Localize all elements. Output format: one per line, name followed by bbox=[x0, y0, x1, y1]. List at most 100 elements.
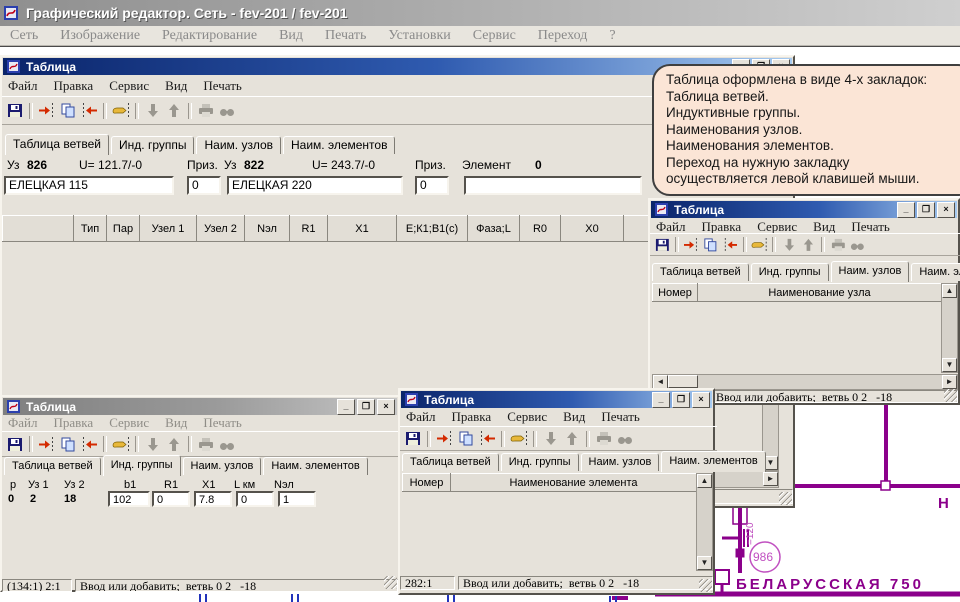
insert-row-icon[interactable] bbox=[683, 237, 700, 252]
move-up-icon[interactable] bbox=[800, 237, 817, 252]
move-down-icon[interactable] bbox=[542, 431, 560, 447]
r1-input[interactable]: 0 bbox=[152, 491, 190, 507]
menu-service[interactable]: Сервис bbox=[109, 78, 149, 94]
priz2-input[interactable]: 0 bbox=[415, 176, 449, 195]
scroll-right-icon[interactable]: ► bbox=[942, 375, 957, 389]
save-icon[interactable] bbox=[6, 436, 24, 452]
scroll-down-icon[interactable]: ▼ bbox=[942, 358, 957, 372]
move-down-icon[interactable] bbox=[144, 436, 162, 452]
column-header[interactable]: Е;К1;В1(с) bbox=[397, 216, 468, 242]
copy-icon[interactable] bbox=[59, 103, 77, 119]
column-header[interactable]: Тип bbox=[74, 216, 107, 242]
vertical-scrollbar[interactable]: ▲ ▼ bbox=[941, 283, 958, 373]
b1-input[interactable]: 102 bbox=[108, 491, 150, 507]
tab-element-names[interactable]: Наим. элементов bbox=[283, 136, 395, 154]
scroll-up-icon[interactable]: ▲ bbox=[697, 474, 712, 488]
menu-edit[interactable]: Правка bbox=[54, 415, 94, 431]
element-name-input[interactable] bbox=[464, 176, 642, 195]
close-button[interactable]: × bbox=[937, 202, 955, 218]
scroll-right-icon[interactable]: ► bbox=[763, 472, 778, 486]
column-header[interactable]: Nэл bbox=[245, 216, 290, 242]
search-icon[interactable] bbox=[218, 103, 236, 119]
vertical-scrollbar[interactable]: ▲ ▼ bbox=[696, 473, 713, 571]
move-up-icon[interactable] bbox=[563, 431, 581, 447]
column-header[interactable]: Узел 1 bbox=[140, 216, 197, 242]
resize-grip[interactable] bbox=[944, 389, 957, 402]
copy-icon[interactable] bbox=[59, 436, 77, 452]
column-header[interactable]: Наименование узла bbox=[698, 284, 942, 302]
delete-row-icon[interactable] bbox=[478, 431, 496, 447]
insert-row-icon[interactable] bbox=[436, 431, 454, 447]
print-icon[interactable] bbox=[197, 436, 215, 452]
column-header[interactable]: X1 bbox=[328, 216, 397, 242]
move-up-icon[interactable] bbox=[165, 436, 183, 452]
column-header[interactable]: Пар bbox=[107, 216, 140, 242]
tab-element-names[interactable]: Наим. элементов bbox=[661, 451, 765, 472]
delete-row-icon[interactable] bbox=[80, 103, 98, 119]
tab-branches[interactable]: Таблица ветвей bbox=[4, 457, 101, 475]
minimize-button[interactable]: _ bbox=[337, 399, 355, 415]
copy-icon[interactable] bbox=[457, 431, 475, 447]
print-icon[interactable] bbox=[595, 431, 613, 447]
menu-print[interactable]: Печать bbox=[601, 409, 639, 425]
column-header[interactable] bbox=[3, 216, 74, 242]
enter-record-icon[interactable] bbox=[112, 436, 130, 452]
window-titlebar[interactable]: Таблица _ ❐ × bbox=[651, 201, 957, 218]
tab-branches[interactable]: Таблица ветвей bbox=[652, 263, 749, 281]
maximize-button[interactable]: ❐ bbox=[357, 399, 375, 415]
column-header[interactable]: Наименование элемента bbox=[451, 474, 697, 492]
maximize-button[interactable]: ❐ bbox=[672, 392, 690, 408]
menu-file[interactable]: Файл bbox=[8, 415, 38, 431]
scroll-thumb[interactable] bbox=[668, 375, 698, 388]
column-header[interactable]: R1 bbox=[290, 216, 328, 242]
x1-input[interactable]: 7.8 bbox=[194, 491, 232, 507]
column-header[interactable]: Номер bbox=[653, 284, 698, 302]
menu-edit[interactable]: Правка bbox=[452, 409, 492, 425]
move-down-icon[interactable] bbox=[144, 103, 162, 119]
resize-grip[interactable] bbox=[779, 492, 792, 505]
tab-node-names[interactable]: Наим. узлов bbox=[831, 261, 910, 282]
tab-ind-groups[interactable]: Инд. группы bbox=[111, 136, 194, 154]
scroll-up-icon[interactable]: ▲ bbox=[942, 284, 957, 298]
tab-ind-groups[interactable]: Инд. группы bbox=[103, 455, 181, 476]
close-button[interactable]: × bbox=[692, 392, 710, 408]
nel-input[interactable]: 1 bbox=[278, 491, 316, 507]
tab-node-names[interactable]: Наим. узлов bbox=[183, 457, 262, 475]
save-icon[interactable] bbox=[654, 237, 671, 252]
scroll-down-icon[interactable]: ▼ bbox=[697, 556, 712, 570]
window-titlebar[interactable]: Таблица _ ❐ × bbox=[3, 398, 397, 415]
save-icon[interactable] bbox=[6, 103, 24, 119]
node1-name-input[interactable]: ЕЛЕЦКАЯ 115 bbox=[4, 176, 174, 195]
tab-node-names[interactable]: Наим. узлов bbox=[581, 453, 660, 471]
save-icon[interactable] bbox=[404, 431, 422, 447]
column-header[interactable]: Фаза;L bbox=[468, 216, 520, 242]
tab-ind-groups[interactable]: Инд. группы bbox=[751, 263, 829, 281]
menu-print[interactable]: Печать bbox=[203, 78, 241, 94]
column-header[interactable]: R0 bbox=[520, 216, 561, 242]
move-down-icon[interactable] bbox=[781, 237, 798, 252]
menu-view[interactable]: Вид bbox=[165, 415, 187, 431]
menu-print[interactable]: Печать bbox=[203, 415, 241, 431]
tab-ind-groups[interactable]: Инд. группы bbox=[501, 453, 579, 471]
maximize-button[interactable]: ❐ bbox=[917, 202, 935, 218]
enter-record-icon[interactable] bbox=[112, 103, 130, 119]
scroll-left-icon[interactable]: ◄ bbox=[653, 375, 668, 389]
print-icon[interactable] bbox=[830, 237, 847, 252]
enter-record-icon[interactable] bbox=[510, 431, 528, 447]
search-icon[interactable] bbox=[849, 237, 866, 252]
delete-row-icon[interactable] bbox=[80, 436, 98, 452]
node2-name-input[interactable]: ЕЛЕЦКАЯ 220 bbox=[227, 176, 403, 195]
column-header[interactable]: X0 bbox=[561, 216, 624, 242]
menu-view[interactable]: Вид bbox=[165, 78, 187, 94]
minimize-button[interactable]: _ bbox=[652, 392, 670, 408]
tab-branches[interactable]: Таблица ветвей bbox=[402, 453, 499, 471]
menu-edit[interactable]: Правка bbox=[54, 78, 94, 94]
print-icon[interactable] bbox=[197, 103, 215, 119]
insert-row-icon[interactable] bbox=[38, 103, 56, 119]
menu-service[interactable]: Сервис bbox=[109, 415, 149, 431]
window-titlebar[interactable]: Таблица _ ❐ × bbox=[401, 391, 712, 408]
copy-icon[interactable] bbox=[703, 237, 720, 252]
insert-row-icon[interactable] bbox=[38, 436, 56, 452]
priz1-input[interactable]: 0 bbox=[187, 176, 221, 195]
column-header[interactable]: Узел 2 bbox=[197, 216, 245, 242]
